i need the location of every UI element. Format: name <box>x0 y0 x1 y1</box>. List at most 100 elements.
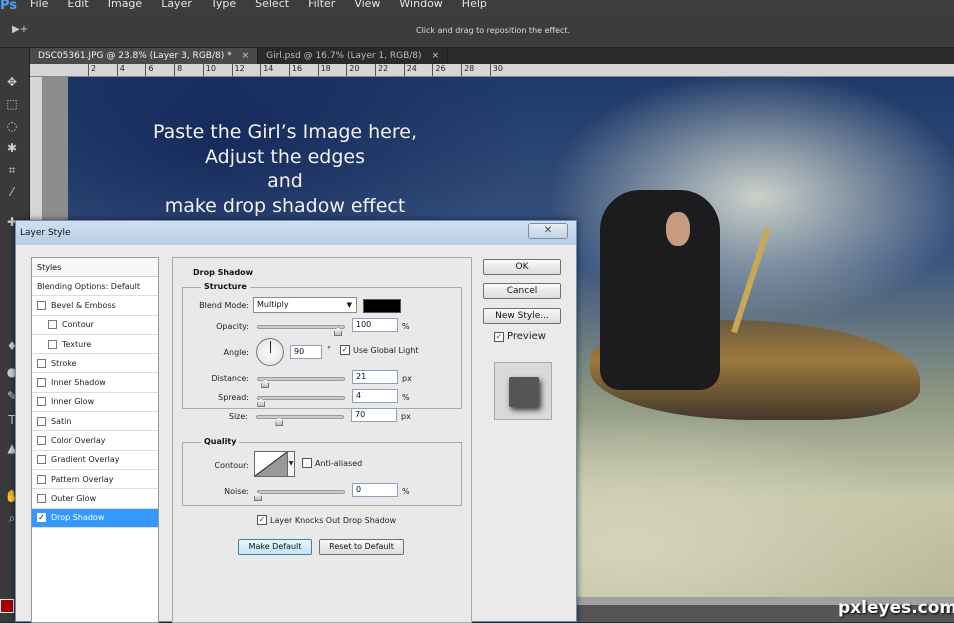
contour-label: Contour: <box>214 461 250 470</box>
marquee-icon[interactable]: ⬚ <box>4 96 20 112</box>
crop-icon[interactable]: ⌗ <box>4 162 20 178</box>
unit-label: px <box>402 374 412 383</box>
quality-group: Quality Contour: ▼ Anti-aliased Noise: 0… <box>182 437 462 506</box>
distance-input[interactable]: 21 <box>352 370 398 384</box>
lasso-icon[interactable]: ◌ <box>4 118 20 134</box>
style-item-blending-options-default[interactable]: Blending Options: Default <box>32 277 158 297</box>
size-slider[interactable] <box>256 415 344 426</box>
menu-filter[interactable]: Filter <box>308 0 335 10</box>
dialog-title-bar[interactable]: Layer Style ✕ <box>16 221 576 245</box>
tab-dsc05361[interactable]: DSC05361.JPG @ 23.8% (Layer 3, RGB/8) * … <box>30 48 259 64</box>
menu-window[interactable]: Window <box>399 0 442 10</box>
magic-wand-icon[interactable]: ✱ <box>4 140 20 156</box>
style-item-inner-shadow[interactable]: Inner Shadow <box>32 373 158 393</box>
menu-select[interactable]: Select <box>255 0 289 10</box>
opacity-input[interactable]: 100 <box>352 318 398 332</box>
style-item-color-overlay[interactable]: Color Overlay <box>32 431 158 451</box>
cancel-button[interactable]: Cancel <box>483 283 561 299</box>
checkbox-box[interactable] <box>37 397 46 407</box>
style-item-outer-glow[interactable]: Outer Glow <box>32 489 158 509</box>
style-item-gradient-overlay[interactable]: Gradient Overlay <box>32 451 158 470</box>
checkbox-box[interactable] <box>37 300 46 310</box>
style-item-satin[interactable]: Satin <box>32 412 158 432</box>
close-icon[interactable]: ✕ <box>528 223 568 239</box>
ruler-tick: 14 <box>260 64 273 76</box>
move-tool-icon[interactable]: ▶+ <box>12 24 28 35</box>
slider-thumb[interactable] <box>254 492 262 501</box>
close-icon[interactable]: × <box>432 51 440 61</box>
slider-thumb[interactable] <box>334 327 342 336</box>
size-input[interactable]: 70 <box>351 408 397 422</box>
options-bar: ▶+ Click and drag to reposition the effe… <box>0 12 954 48</box>
opacity-slider[interactable] <box>257 325 345 336</box>
ok-button[interactable]: OK <box>483 259 561 275</box>
style-item-texture[interactable]: Texture <box>32 335 158 355</box>
menu-help[interactable]: Help <box>462 0 487 10</box>
style-item-label: Inner Shadow <box>51 378 106 388</box>
checkbox-box[interactable] <box>48 339 57 349</box>
checkbox-box[interactable] <box>37 474 46 484</box>
slider-thumb[interactable] <box>275 417 284 426</box>
angle-dial[interactable] <box>256 338 284 366</box>
style-item-inner-glow[interactable]: Inner Glow <box>32 393 158 413</box>
contour-picker[interactable] <box>254 451 288 477</box>
ruler-tick: 16 <box>288 64 302 76</box>
ruler-tick: 8 <box>174 64 182 76</box>
style-item-label: Bevel & Emboss <box>51 300 116 310</box>
slider-thumb[interactable] <box>261 379 270 388</box>
menu-image[interactable]: Image <box>108 0 142 10</box>
spread-input[interactable]: 4 <box>352 389 398 403</box>
style-item-bevel-emboss[interactable]: Bevel & Emboss <box>32 296 158 316</box>
ruler-tick: 22 <box>375 64 388 76</box>
spread-slider[interactable] <box>257 396 345 407</box>
angle-input[interactable]: 90 <box>290 345 322 359</box>
blend-mode-select[interactable]: Multiply ▼ <box>253 297 357 313</box>
distance-slider[interactable] <box>257 377 345 388</box>
unit-label: % <box>402 393 410 402</box>
make-default-button[interactable]: Make Default <box>238 539 312 555</box>
new-style-button[interactable]: New Style... <box>483 308 561 324</box>
shadow-color-swatch[interactable] <box>363 299 401 313</box>
chevron-down-icon[interactable]: ▼ <box>287 451 295 477</box>
style-item-drop-shadow[interactable]: ✓ Drop Shadow <box>32 508 158 528</box>
contour-curve-icon <box>254 451 288 477</box>
slider-thumb[interactable] <box>257 398 266 407</box>
ruler-tick: 4 <box>116 64 125 76</box>
checkbox-box[interactable] <box>37 455 46 465</box>
tab-girl-psd[interactable]: Girl.psd @ 16.7% (Layer 1, RGB/8) × <box>258 48 449 64</box>
checkbox-box[interactable] <box>37 358 46 368</box>
use-global-light-checkbox[interactable]: ✓ Use Global Light <box>340 345 419 355</box>
chevron-down-icon: ▼ <box>346 301 352 309</box>
checkbox-box[interactable] <box>37 436 46 446</box>
menu-layer[interactable]: Layer <box>161 0 192 10</box>
checkmark-icon[interactable]: ✓ <box>37 513 46 523</box>
style-item-pattern-overlay[interactable]: Pattern Overlay <box>32 470 158 490</box>
styles-header[interactable]: Styles <box>32 258 158 277</box>
preview-swatch <box>509 377 539 407</box>
style-item-contour[interactable]: Contour <box>32 316 158 335</box>
noise-input[interactable]: 0 <box>352 483 398 497</box>
knocks-out-checkbox[interactable]: ✓ Layer Knocks Out Drop Shadow <box>257 515 396 525</box>
ruler-tick: 12 <box>231 64 245 76</box>
anti-aliased-checkbox[interactable]: Anti-aliased <box>302 458 362 468</box>
watermark-logo: pxleyes.com <box>838 598 954 618</box>
close-icon[interactable]: × <box>242 51 250 61</box>
move-icon[interactable]: ✥ <box>4 74 20 90</box>
checkbox-box[interactable] <box>37 378 46 388</box>
reset-to-default-button[interactable]: Reset to Default <box>319 539 404 555</box>
anti-aliased-label: Anti-aliased <box>315 458 363 468</box>
menu-edit[interactable]: Edit <box>67 0 88 10</box>
menu-file[interactable]: File <box>30 0 48 10</box>
menu-type[interactable]: Type <box>211 0 236 10</box>
preview-checkbox[interactable]: ✓ Preview <box>494 331 546 342</box>
foreground-color-swatch[interactable] <box>0 599 14 613</box>
menu-view[interactable]: View <box>354 0 380 10</box>
checkbox-box[interactable] <box>37 493 46 503</box>
checkbox-box[interactable] <box>48 320 57 330</box>
photoshop-logo: Ps <box>0 0 18 13</box>
style-item-stroke[interactable]: Stroke <box>32 354 158 374</box>
eyedropper-icon[interactable]: ⁄ <box>4 184 20 200</box>
canvas-text-line: and <box>267 170 303 192</box>
noise-slider[interactable] <box>254 490 345 501</box>
checkbox-box[interactable] <box>37 416 46 426</box>
